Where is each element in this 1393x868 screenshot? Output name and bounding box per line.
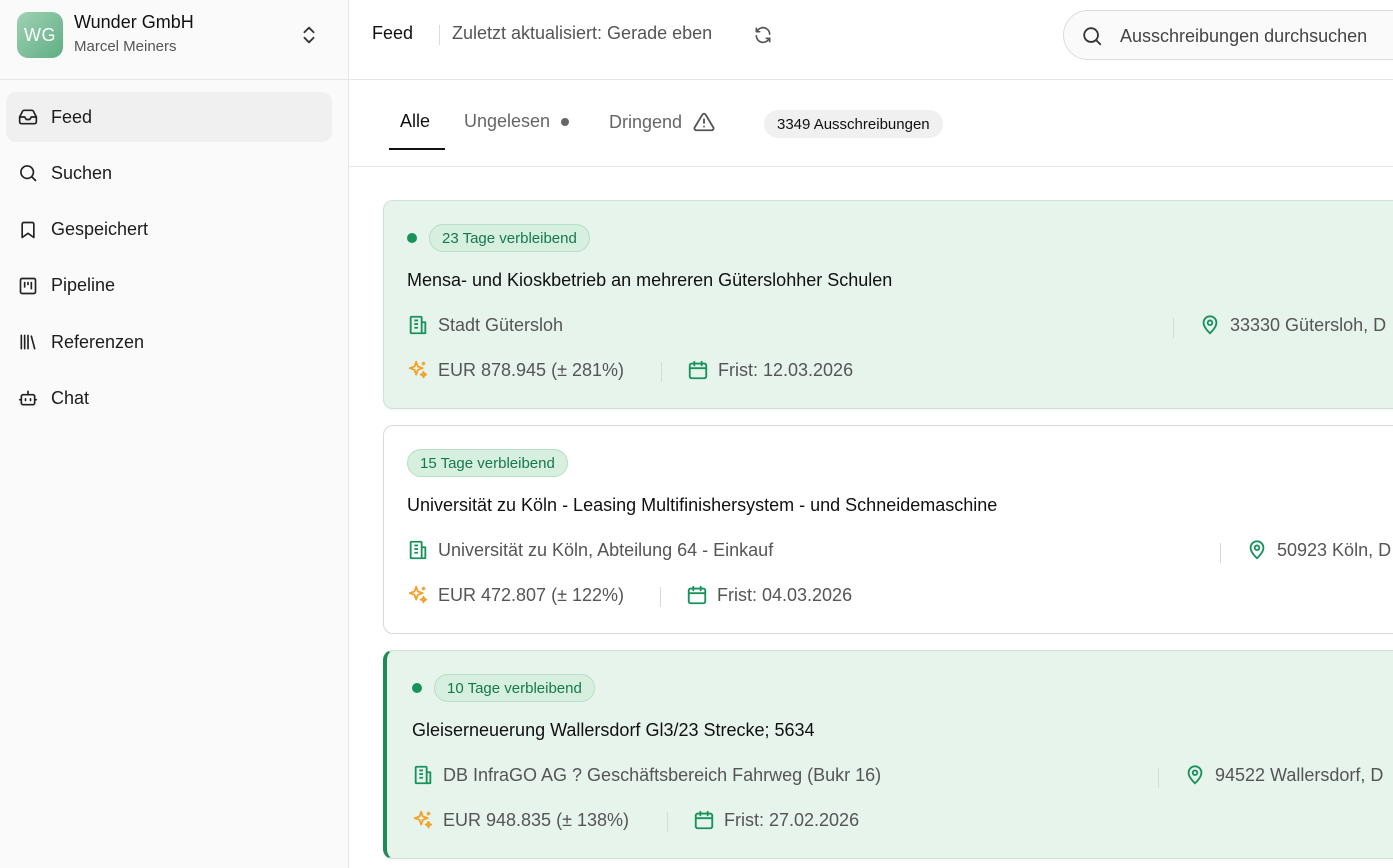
sidebar: WG Wunder GmbH Marcel Meiners Feed Suche… <box>0 0 349 868</box>
authority: Stadt Gütersloh <box>407 314 563 336</box>
sidebar-item-feed[interactable]: Feed <box>6 92 332 142</box>
sidebar-item-label: Chat <box>51 387 90 408</box>
bookmark-icon <box>18 220 38 240</box>
value-text: EUR 948.835 (± 138%) <box>443 809 629 830</box>
tender-title: Universität zu Köln - Leasing Multifinis… <box>407 495 998 515</box>
building-icon <box>412 764 434 786</box>
tender-title: Mensa- und Kioskbetrieb an mehreren Güte… <box>407 270 893 290</box>
deadline: Frist: 27.02.2026 <box>693 809 859 831</box>
value-text: EUR 878.945 (± 281%) <box>438 359 624 380</box>
deadline-text: Frist: 12.03.2026 <box>718 359 854 380</box>
inbox-icon <box>18 107 38 127</box>
value-text: EUR 472.807 (± 122%) <box>438 584 624 605</box>
tender-card[interactable]: 23 Tage verbleibend Mensa- und Kioskbetr… <box>383 200 1393 409</box>
tab-dringend[interactable]: Dringend <box>609 111 715 133</box>
org-name: Wunder GmbH <box>74 12 194 32</box>
breadcrumb: Feed <box>372 23 414 43</box>
divider <box>1220 543 1221 563</box>
search-box[interactable] <box>1063 10 1393 60</box>
deadline-text: Frist: 04.03.2026 <box>717 584 853 605</box>
sparkles-icon <box>407 359 429 381</box>
map-pin-icon <box>1199 314 1221 336</box>
user-name: Marcel Meiners <box>74 38 177 55</box>
days-remaining-badge: 23 Tage verbleibend <box>429 224 590 252</box>
location: 50923 Köln, D <box>1246 539 1391 561</box>
location: 94522 Wallersdorf, D <box>1184 764 1383 786</box>
sidebar-item-label: Gespeichert <box>51 219 149 240</box>
calendar-icon <box>687 359 709 381</box>
deadline: Frist: 12.03.2026 <box>687 359 853 381</box>
sidebar-item-label: Feed <box>51 106 93 127</box>
authority-name: DB InfraGO AG ? Geschäftsbereich Fahrweg… <box>443 764 882 785</box>
sidebar-nav: Feed Suchen Gespeichert Pipeline Referen… <box>6 92 332 430</box>
sparkles-icon <box>407 584 429 606</box>
sidebar-item-chat[interactable]: Chat <box>6 373 332 423</box>
org-avatar: WG <box>17 12 63 58</box>
search-icon <box>1083 27 1102 46</box>
building-icon <box>407 314 429 336</box>
result-count-badge: 3349 Ausschreibungen <box>764 110 943 138</box>
refresh-icon[interactable] <box>753 25 773 45</box>
feed-tabs: Alle Ungelesen Dringend 3349 Ausschreibu… <box>349 81 1393 167</box>
divider <box>660 587 661 607</box>
divider <box>439 25 440 45</box>
tender-card[interactable]: 15 Tage verbleibend Universität zu Köln … <box>383 425 1393 634</box>
active-tab-indicator <box>389 148 445 150</box>
tab-label: Ungelesen <box>464 111 551 131</box>
authority-name: Universität zu Köln, Abteilung 64 - Eink… <box>438 539 774 560</box>
location: 33330 Gütersloh, D <box>1199 314 1386 336</box>
days-remaining-badge: 10 Tage verbleibend <box>434 674 595 702</box>
location-text: 33330 Gütersloh, D <box>1230 314 1387 335</box>
estimated-value: EUR 948.835 (± 138%) <box>412 809 629 831</box>
map-pin-icon <box>1246 539 1268 561</box>
kanban-icon <box>18 276 38 296</box>
tender-card[interactable]: 10 Tage verbleibend Gleiserneuerung Wall… <box>383 650 1393 859</box>
location-text: 94522 Wallersdorf, D <box>1215 764 1384 785</box>
tab-label: Dringend <box>609 111 683 132</box>
tab-ungelesen[interactable]: Ungelesen <box>464 111 570 132</box>
unread-indicator <box>407 233 417 243</box>
estimated-value: EUR 472.807 (± 122%) <box>407 584 624 606</box>
sidebar-item-referenzen[interactable]: Referenzen <box>6 317 332 367</box>
library-icon <box>18 332 38 352</box>
calendar-icon <box>693 809 715 831</box>
location-text: 50923 Köln, D <box>1277 539 1392 560</box>
divider <box>1158 768 1159 788</box>
calendar-icon <box>686 584 708 606</box>
last-updated-text: Zuletzt aktualisiert: Gerade eben <box>452 23 713 43</box>
estimated-value: EUR 878.945 (± 281%) <box>407 359 624 381</box>
deadline-text: Frist: 27.02.2026 <box>724 809 860 830</box>
sidebar-item-label: Pipeline <box>51 275 116 296</box>
sidebar-item-pipeline[interactable]: Pipeline <box>6 261 332 311</box>
sidebar-item-gespeichert[interactable]: Gespeichert <box>6 205 332 255</box>
org-switcher[interactable]: WG Wunder GmbH Marcel Meiners <box>0 0 348 80</box>
sidebar-item-suchen[interactable]: Suchen <box>6 148 332 198</box>
tender-title: Gleiserneuerung Wallersdorf Gl3/23 Strec… <box>412 720 815 740</box>
map-pin-icon <box>1184 764 1206 786</box>
days-remaining-badge: 15 Tage verbleibend <box>407 449 568 477</box>
unread-dot-icon <box>561 117 570 126</box>
unread-indicator <box>412 683 422 693</box>
sparkles-icon <box>412 809 434 831</box>
search-icon <box>18 163 38 183</box>
tab-alle[interactable]: Alle <box>400 111 430 132</box>
authority-name: Stadt Gütersloh <box>438 314 564 335</box>
deadline: Frist: 04.03.2026 <box>686 584 852 606</box>
tab-label: Alle <box>400 111 431 131</box>
divider <box>1173 318 1174 338</box>
warning-icon <box>693 112 715 132</box>
authority: DB InfraGO AG ? Geschäftsbereich Fahrweg… <box>412 764 881 786</box>
chevrons-up-down-icon[interactable] <box>298 24 320 46</box>
authority: Universität zu Köln, Abteilung 64 - Eink… <box>407 539 773 561</box>
sidebar-item-label: Suchen <box>51 162 113 183</box>
top-bar: Feed Zuletzt aktualisiert: Gerade eben <box>349 0 1393 80</box>
building-icon <box>407 539 429 561</box>
search-input[interactable] <box>1120 23 1393 49</box>
divider <box>667 812 668 832</box>
divider <box>661 362 662 382</box>
bot-icon <box>18 388 38 408</box>
sidebar-item-label: Referenzen <box>51 331 145 352</box>
